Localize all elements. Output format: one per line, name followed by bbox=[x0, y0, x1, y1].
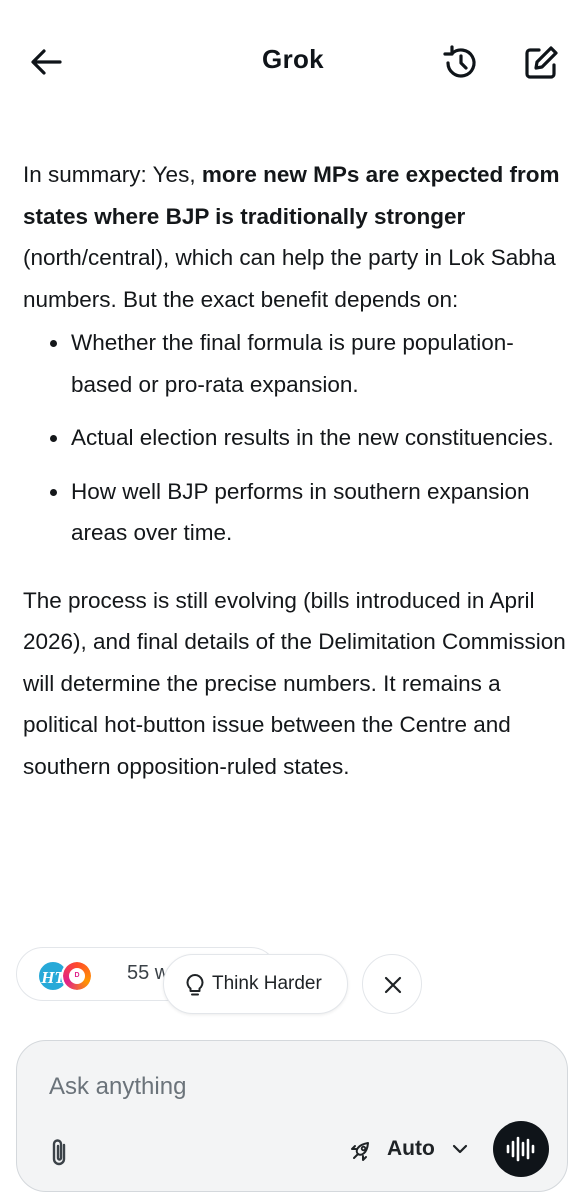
response-message: In summary: Yes, more new MPs are expect… bbox=[23, 154, 568, 787]
ask-input[interactable] bbox=[49, 1069, 519, 1105]
list-item: How well BJP performs in southern expans… bbox=[23, 471, 568, 554]
summary-lead: In summary: Yes, bbox=[23, 162, 202, 187]
message-composer: Auto bbox=[16, 1040, 568, 1192]
dismiss-suggestion-button[interactable] bbox=[362, 954, 422, 1014]
conclusion-paragraph: The process is still evolving (bills int… bbox=[23, 587, 566, 779]
page-title: Grok bbox=[262, 44, 324, 74]
history-icon bbox=[443, 45, 476, 78]
attach-button[interactable] bbox=[45, 1136, 75, 1170]
history-button[interactable] bbox=[440, 42, 482, 84]
mode-selector[interactable]: Auto bbox=[347, 1131, 477, 1169]
new-chat-button[interactable] bbox=[520, 42, 562, 84]
think-harder-label: Think Harder bbox=[212, 973, 322, 994]
top-bar: Grok bbox=[0, 0, 586, 124]
factors-list: Whether the final formula is pure popula… bbox=[23, 322, 568, 554]
list-item: Whether the final formula is pure popula… bbox=[23, 322, 568, 405]
paperclip-icon bbox=[52, 1139, 66, 1166]
close-icon bbox=[384, 976, 402, 994]
list-item: Actual election results in the new const… bbox=[23, 417, 568, 459]
waveform-icon bbox=[506, 1136, 535, 1162]
lightbulb-icon bbox=[186, 974, 204, 996]
summary-paragraph: In summary: Yes, more new MPs are expect… bbox=[23, 154, 568, 320]
think-harder-button[interactable]: Think Harder bbox=[163, 954, 348, 1014]
mode-label: Auto bbox=[387, 1137, 435, 1160]
chevron-down-icon bbox=[452, 1144, 468, 1154]
edit-icon bbox=[525, 46, 558, 79]
source-logo-india-today: D bbox=[61, 960, 93, 992]
summary-rest: (north/central), which can help the part… bbox=[23, 245, 556, 312]
rocket-icon bbox=[351, 1142, 369, 1161]
voice-mode-button[interactable] bbox=[493, 1121, 549, 1177]
